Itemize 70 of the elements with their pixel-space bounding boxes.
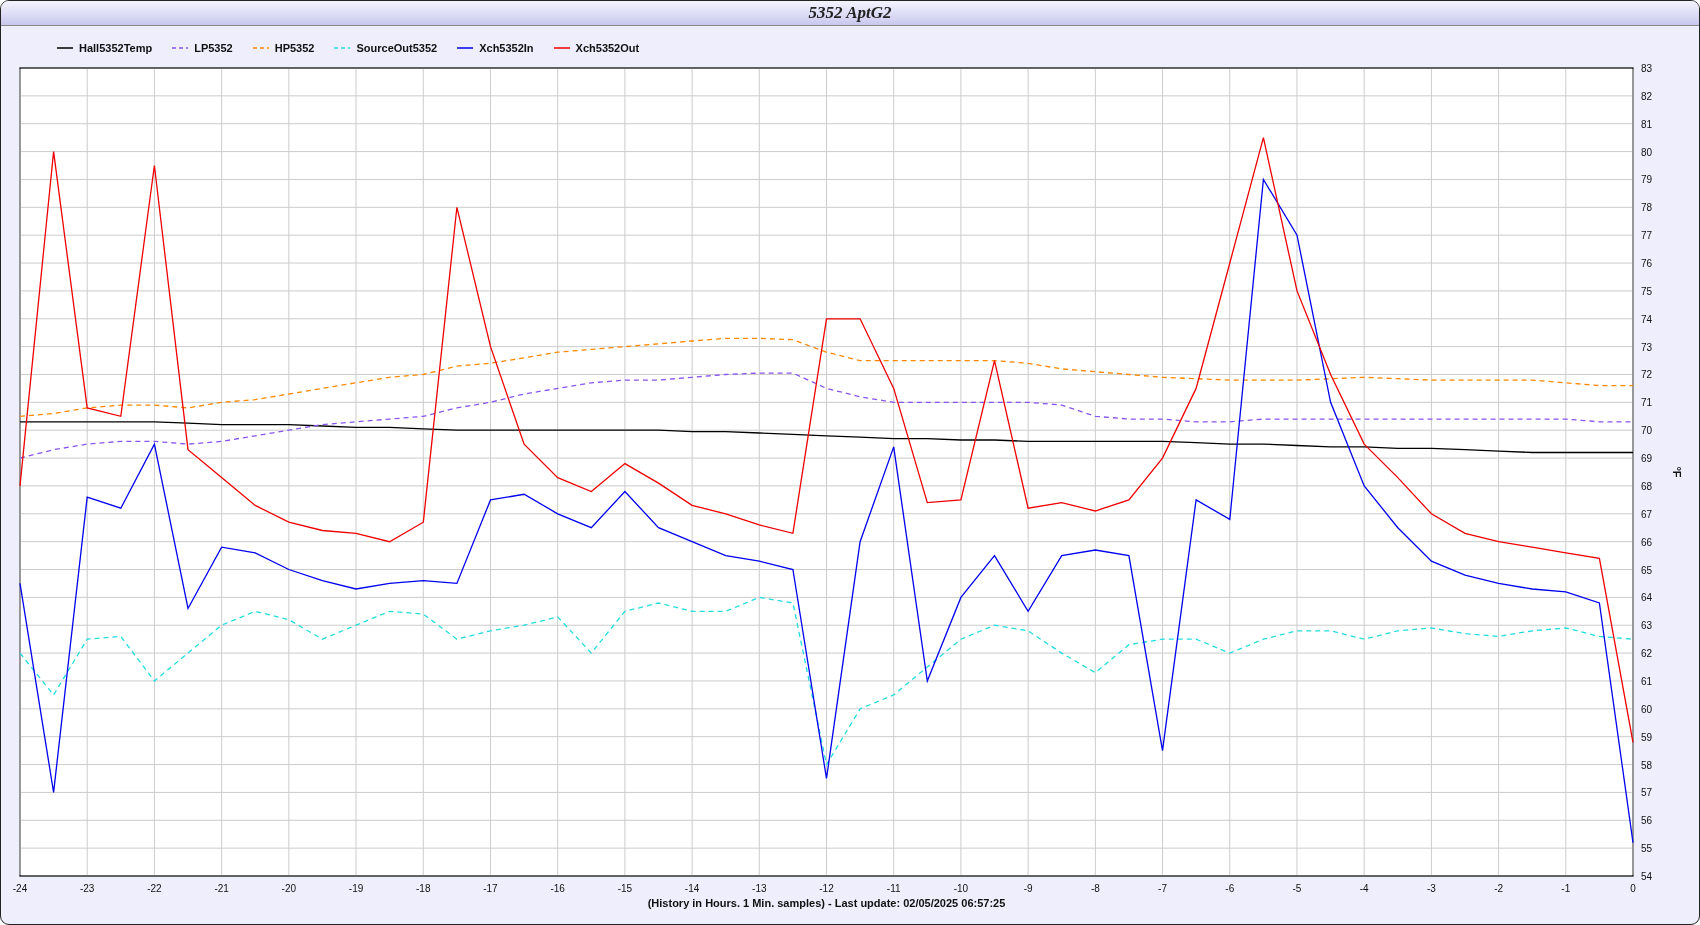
y-tick-label: 61 — [1641, 675, 1653, 687]
y-tick-label: 68 — [1641, 480, 1653, 492]
x-tick-label: -21 — [214, 883, 229, 894]
window-title: 5352 AptG2 — [808, 3, 892, 23]
y-tick-label: 67 — [1641, 508, 1653, 520]
x-tick-label: 0 — [1630, 883, 1636, 894]
x-tick-label: -6 — [1225, 883, 1235, 894]
y-tick-label: 59 — [1641, 731, 1653, 743]
y-tick-label: 56 — [1641, 815, 1653, 827]
x-tick-label: -17 — [483, 883, 498, 894]
x-tick-label: -24 — [12, 883, 28, 894]
y-tick-label: 82 — [1641, 90, 1653, 102]
y-tick-label: 60 — [1641, 703, 1653, 715]
x-tick-label: -11 — [886, 883, 901, 894]
y-tick-label: 63 — [1641, 620, 1653, 632]
x-axis-label: (History in Hours. 1 Min. samples) - Last update: 02/05/2025 06:57:25 — [647, 897, 1006, 909]
x-tick-label: -7 — [1158, 883, 1167, 894]
y-tick-label: 66 — [1641, 536, 1653, 548]
x-tick-label: -22 — [147, 883, 162, 894]
legend-label: Xch5352In — [479, 42, 534, 54]
y-tick-label: 79 — [1641, 174, 1653, 186]
legend-line-icon — [172, 46, 189, 50]
legend-label: Hall5352Temp — [79, 42, 153, 54]
y-tick-label: 58 — [1641, 759, 1653, 771]
y-tick-label: 69 — [1641, 453, 1653, 465]
y-tick-label: 73 — [1641, 341, 1653, 353]
legend-line-icon — [57, 46, 73, 50]
y-tick-label: 75 — [1641, 285, 1653, 297]
y-tick-label: 62 — [1641, 648, 1653, 660]
legend-line-icon — [553, 46, 570, 50]
x-tick-label: -9 — [1023, 883, 1033, 894]
x-tick-label: -20 — [281, 883, 297, 894]
y-axis-label: °F — [1671, 466, 1683, 478]
x-tick-label: -3 — [1426, 883, 1436, 894]
legend-label: Xch5352Out — [575, 42, 640, 54]
x-tick-label: -1 — [1561, 883, 1571, 894]
x-tick-label: -10 — [953, 883, 969, 894]
y-tick-label: 71 — [1641, 397, 1653, 409]
y-tick-label: 80 — [1641, 146, 1653, 158]
x-tick-label: -8 — [1090, 883, 1100, 894]
x-tick-label: -13 — [752, 883, 767, 894]
legend-label: SourceOut5352 — [356, 42, 438, 54]
y-tick-label: 76 — [1641, 258, 1653, 270]
legend-line-icon — [457, 46, 474, 50]
y-tick-label: 78 — [1641, 202, 1653, 214]
legend-label: HP5352 — [274, 42, 315, 54]
y-tick-label: 81 — [1641, 118, 1653, 130]
y-tick-label: 72 — [1641, 369, 1653, 381]
x-tick-label: -4 — [1359, 883, 1369, 894]
legend-label: LP5352 — [194, 42, 233, 54]
y-tick-label: 55 — [1641, 843, 1653, 855]
y-tick-label: 74 — [1641, 313, 1653, 325]
x-tick-label: -18 — [416, 883, 431, 894]
y-tick-label: 65 — [1641, 564, 1653, 576]
x-tick-label: -12 — [819, 883, 834, 894]
y-tick-label: 77 — [1641, 230, 1653, 242]
x-tick-label: -15 — [617, 883, 633, 894]
x-tick-label: -16 — [550, 883, 565, 894]
x-tick-label: -5 — [1292, 883, 1302, 894]
x-tick-label: -23 — [80, 883, 95, 894]
x-tick-label: -14 — [684, 883, 700, 894]
y-tick-label: 70 — [1641, 425, 1653, 437]
y-tick-label: 57 — [1641, 787, 1653, 799]
legend-line-icon — [252, 46, 269, 50]
legend-line-icon — [334, 46, 351, 50]
x-tick-label: -2 — [1494, 883, 1504, 894]
x-tick-label: -19 — [348, 883, 364, 894]
y-tick-label: 64 — [1641, 592, 1653, 604]
y-tick-label: 54 — [1641, 871, 1653, 882]
y-tick-label: 83 — [1641, 63, 1653, 74]
